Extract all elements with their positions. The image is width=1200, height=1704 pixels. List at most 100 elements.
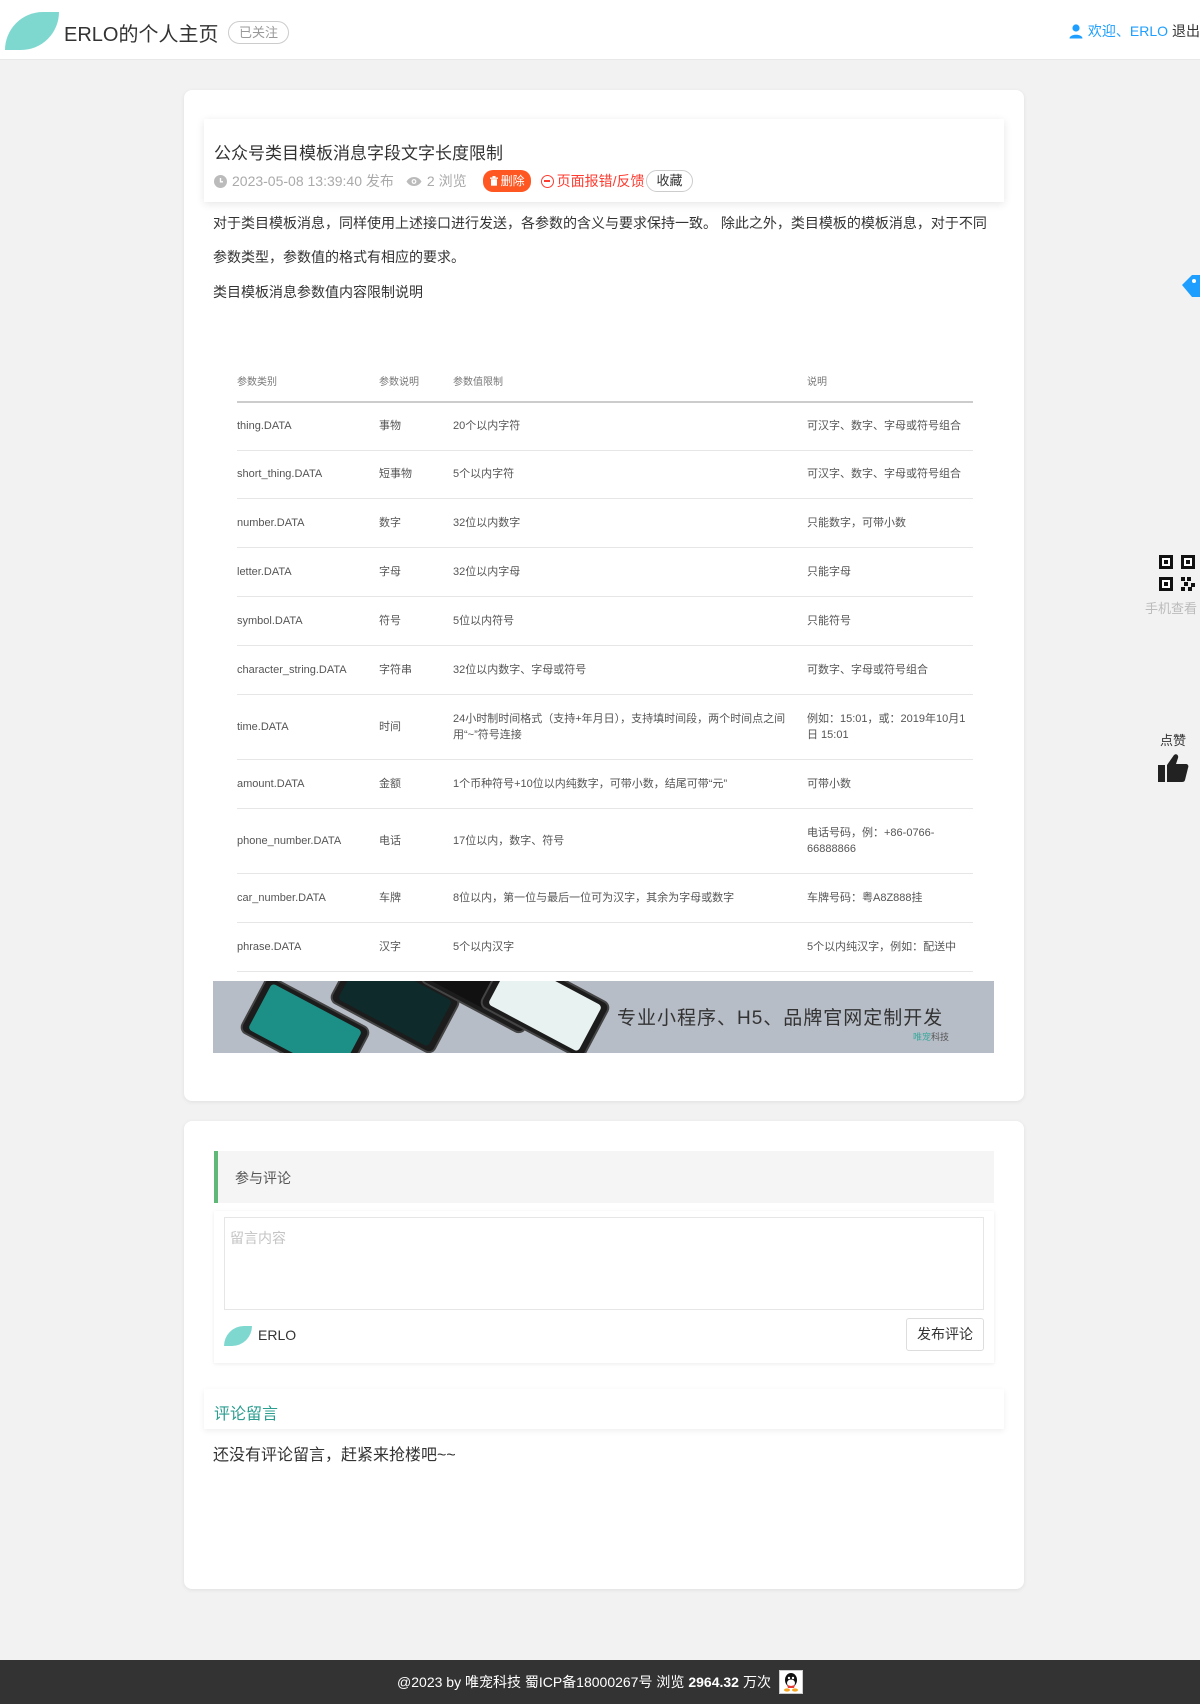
table-cell: 32位以内数字、字母或符号 <box>453 645 807 695</box>
minus-circle-icon <box>540 174 554 188</box>
ad-banner[interactable]: 专业小程序、H5、品牌官网定制开发 唯宠科技 <box>213 981 994 1053</box>
table-cell: 电话 <box>379 808 453 874</box>
table-cell: 字母 <box>379 547 453 597</box>
site-title[interactable]: ERLO的个人主页 <box>64 18 218 47</box>
table-cell: 5个以内纯汉字，例如：配送中 <box>807 922 973 972</box>
table-cell: 车牌 <box>379 873 453 923</box>
table-header-cell: 参数值限制 <box>453 360 807 403</box>
table-cell: 24小时制时间格式（支持+年月日），支持填时间段，两个时间点之间用“~”符号连接 <box>453 694 807 760</box>
comment-section-title: 参与评论 <box>235 1170 291 1186</box>
qr-code-widget[interactable]: 手机查看 <box>1142 555 1200 617</box>
table-cell: letter.DATA <box>237 547 379 597</box>
top-navbar: ERLO的个人主页 已关注 欢迎、ERLO 退出 <box>0 0 1200 60</box>
table-cell: 车牌号码：粤A8Z888挂 <box>807 873 973 923</box>
table-cell: 5个以内汉字 <box>453 922 807 972</box>
qr-code-icon <box>1159 555 1195 591</box>
banner-sub: 唯宠科技 <box>913 1032 950 1042</box>
table-cell: 短事物 <box>379 450 453 499</box>
table-cell: 17位以内，数字、符号 <box>453 808 807 874</box>
article-meta: 2023-05-08 13:39:40 发布 2 浏览 删除 页面报错/反馈 收… <box>214 170 693 192</box>
table-cell: symbol.DATA <box>237 596 379 646</box>
table-cell: 可数字、字母或符号组合 <box>807 645 973 695</box>
table-header-cell: 说明 <box>807 360 973 403</box>
table-row: thing.DATA 事物 20个以内字符 可汉字、数字、字母或符号组合 <box>237 402 973 451</box>
user-icon <box>1069 24 1083 39</box>
article-paragraph-3: 类目模板消息参数值内容限制说明 <box>213 284 423 300</box>
table-header-cell: 参数说明 <box>379 360 453 403</box>
table-row: short_thing.DATA 短事物 5个以内字符 可汉字、数字、字母或符号… <box>237 450 973 499</box>
table-cell: 只能符号 <box>807 596 973 646</box>
table-row: phone_number.DATA 电话 17位以内，数字、符号 电话号码，例：… <box>237 808 973 874</box>
table-cell: phrase.DATA <box>237 922 379 972</box>
like-label: 点赞 <box>1159 733 1186 748</box>
like-widget[interactable]: 点赞 <box>1152 730 1194 788</box>
comment-input[interactable] <box>224 1217 984 1310</box>
banner-text: 专业小程序、H5、品牌官网定制开发 <box>617 1008 944 1029</box>
table-cell: short_thing.DATA <box>237 450 379 499</box>
trash-icon <box>489 176 498 186</box>
footer-views: 2964.32 <box>688 1674 739 1690</box>
table-cell: 数字 <box>379 498 453 548</box>
qq-icon[interactable] <box>778 1670 803 1694</box>
logout-link[interactable]: 退出 <box>1172 21 1200 41</box>
thumbs-up-icon <box>1158 754 1189 782</box>
comment-form: ERLO 发布评论 <box>214 1211 994 1363</box>
table-row: time.DATA 时间 24小时制时间格式（支持+年月日），支持填时间段，两个… <box>237 694 973 760</box>
table-cell: 5个以内字符 <box>453 450 807 499</box>
tag-icon[interactable] <box>1182 275 1200 297</box>
table-cell: 汉字 <box>379 922 453 972</box>
table-cell: character_string.DATA <box>237 645 379 695</box>
table-row: phrase.DATA 汉字 5个以内汉字 5个以内纯汉字，例如：配送中 <box>237 922 973 972</box>
collect-button[interactable]: 收藏 <box>646 170 693 192</box>
table-cell: 可带小数 <box>807 759 973 809</box>
table-cell: 只能数字，可带小数 <box>807 498 973 548</box>
table-cell: 32位以内数字 <box>453 498 807 548</box>
table-row: character_string.DATA 字符串 32位以内数字、字母或符号 … <box>237 645 973 695</box>
follow-badge[interactable]: 已关注 <box>228 21 290 44</box>
table-cell: 时间 <box>379 694 453 760</box>
table-cell: 1个币种符号+10位以内纯数字，可带小数，结尾可带“元” <box>453 759 807 809</box>
table-row: amount.DATA 金额 1个币种符号+10位以内纯数字，可带小数，结尾可带… <box>237 759 973 809</box>
site-logo[interactable] <box>5 12 59 50</box>
publish-time: 2023-05-08 13:39:40 发布 <box>232 173 394 189</box>
welcome-link[interactable]: 欢迎、ERLO <box>1088 21 1168 41</box>
article-title: 公众号类目模板消息字段文字长度限制 <box>214 144 503 163</box>
table-cell: 符号 <box>379 596 453 646</box>
article-card: 公众号类目模板消息字段文字长度限制 2023-05-08 13:39:40 发布… <box>184 90 1024 1101</box>
table-cell: 可汉字、数字、字母或符号组合 <box>807 402 973 451</box>
comment-list-header: 评论留言 <box>204 1389 1004 1429</box>
table-cell: 字符串 <box>379 645 453 695</box>
table-cell: 例如：15:01，或：2019年10月1日 15:01 <box>807 694 973 760</box>
params-table: 参数类别 参数说明 参数值限制 说明 thing.DATA 事物 20个以内字符… <box>237 360 973 972</box>
table-cell: 金额 <box>379 759 453 809</box>
report-link[interactable]: 页面报错/反馈 <box>540 171 645 191</box>
comment-card: 参与评论 ERLO 发布评论 评论留言 还没有评论留言，赶紧来抢楼吧~~ <box>184 1121 1024 1589</box>
user-area: 欢迎、ERLO 退出 <box>1068 21 1200 41</box>
table-cell: 20个以内字符 <box>453 402 807 451</box>
report-label: 页面报错/反馈 <box>556 173 645 189</box>
comment-list-title: 评论留言 <box>214 1406 279 1423</box>
table-row: car_number.DATA 车牌 8位以内，第一位与最后一位可为汉字，其余为… <box>237 873 973 923</box>
qr-label: 手机查看 <box>1144 601 1197 616</box>
table-cell: 8位以内，第一位与最后一位可为汉字，其余为字母或数字 <box>453 873 807 923</box>
table-cell: 32位以内字母 <box>453 547 807 597</box>
table-cell: 可汉字、数字、字母或符号组合 <box>807 450 973 499</box>
footer: @2023 by 唯宠科技 蜀ICP备18000267号 浏览 2964.32 … <box>0 1660 1200 1704</box>
eye-icon <box>406 176 422 186</box>
empty-comment-text: 还没有评论留言，赶紧来抢楼吧~~ <box>213 1447 456 1464</box>
table-cell: 电话号码，例：+86-0766-66888866 <box>807 808 973 874</box>
comment-username: ERLO <box>258 1327 297 1343</box>
table-header-row: 参数类别 参数说明 参数值限制 说明 <box>237 360 973 403</box>
table-cell: phone_number.DATA <box>237 808 379 874</box>
avatar <box>224 1326 252 1346</box>
comment-section-header: 参与评论 <box>214 1151 994 1203</box>
delete-label: 删除 <box>500 174 525 188</box>
table-cell: car_number.DATA <box>237 873 379 923</box>
footer-copyright: @2023 by 唯宠科技 蜀ICP备18000267号 浏览 <box>397 1674 685 1690</box>
submit-comment-button[interactable]: 发布评论 <box>906 1318 984 1351</box>
table-cell: amount.DATA <box>237 759 379 809</box>
table-cell: number.DATA <box>237 498 379 548</box>
table-row: number.DATA 数字 32位以内数字 只能数字，可带小数 <box>237 498 973 548</box>
view-count: 2 浏览 <box>426 173 467 189</box>
delete-button[interactable]: 删除 <box>482 170 531 192</box>
